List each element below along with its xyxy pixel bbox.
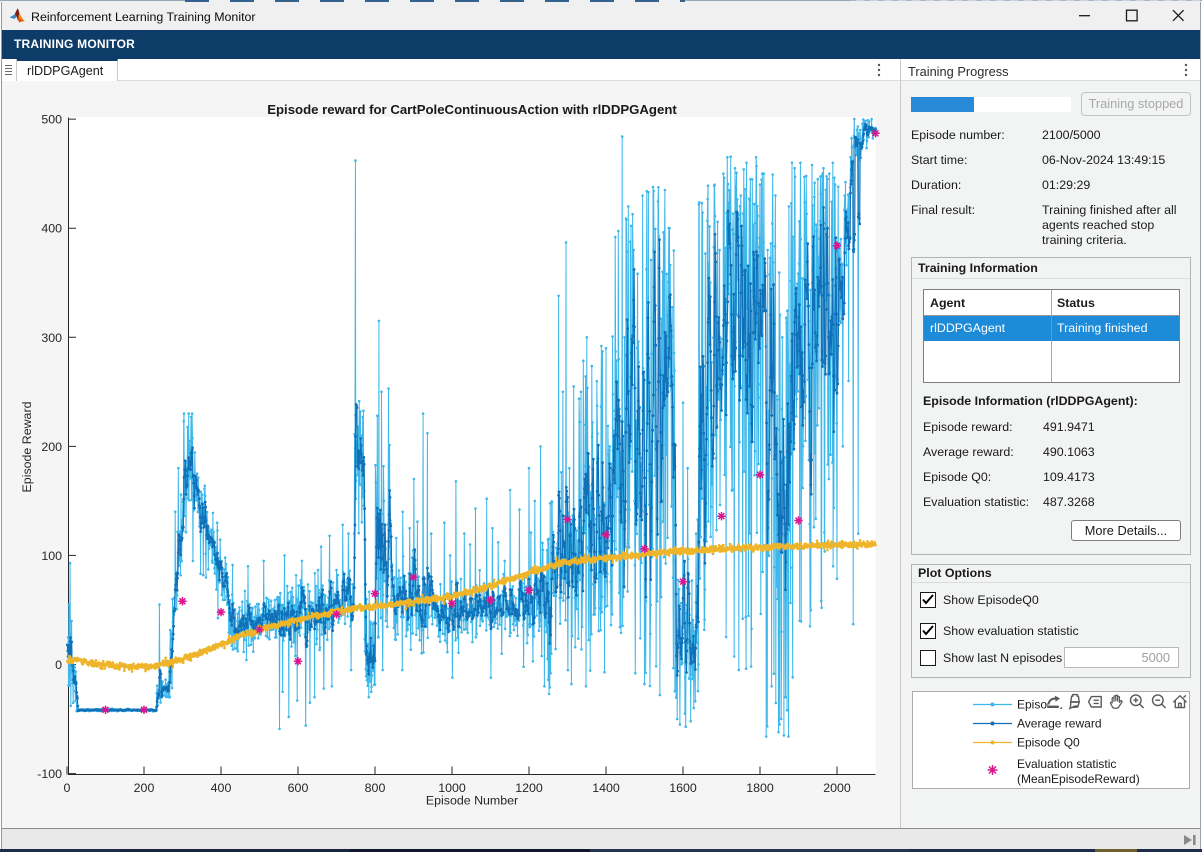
svg-text:Evaluation statistic: Evaluation statistic xyxy=(1017,757,1116,771)
svg-text:(MeanEpisodeReward): (MeanEpisodeReward) xyxy=(1017,772,1140,786)
svg-text:Average reward: Average reward xyxy=(1017,717,1102,731)
svg-text:Episode Q0: Episode Q0 xyxy=(1017,736,1080,750)
